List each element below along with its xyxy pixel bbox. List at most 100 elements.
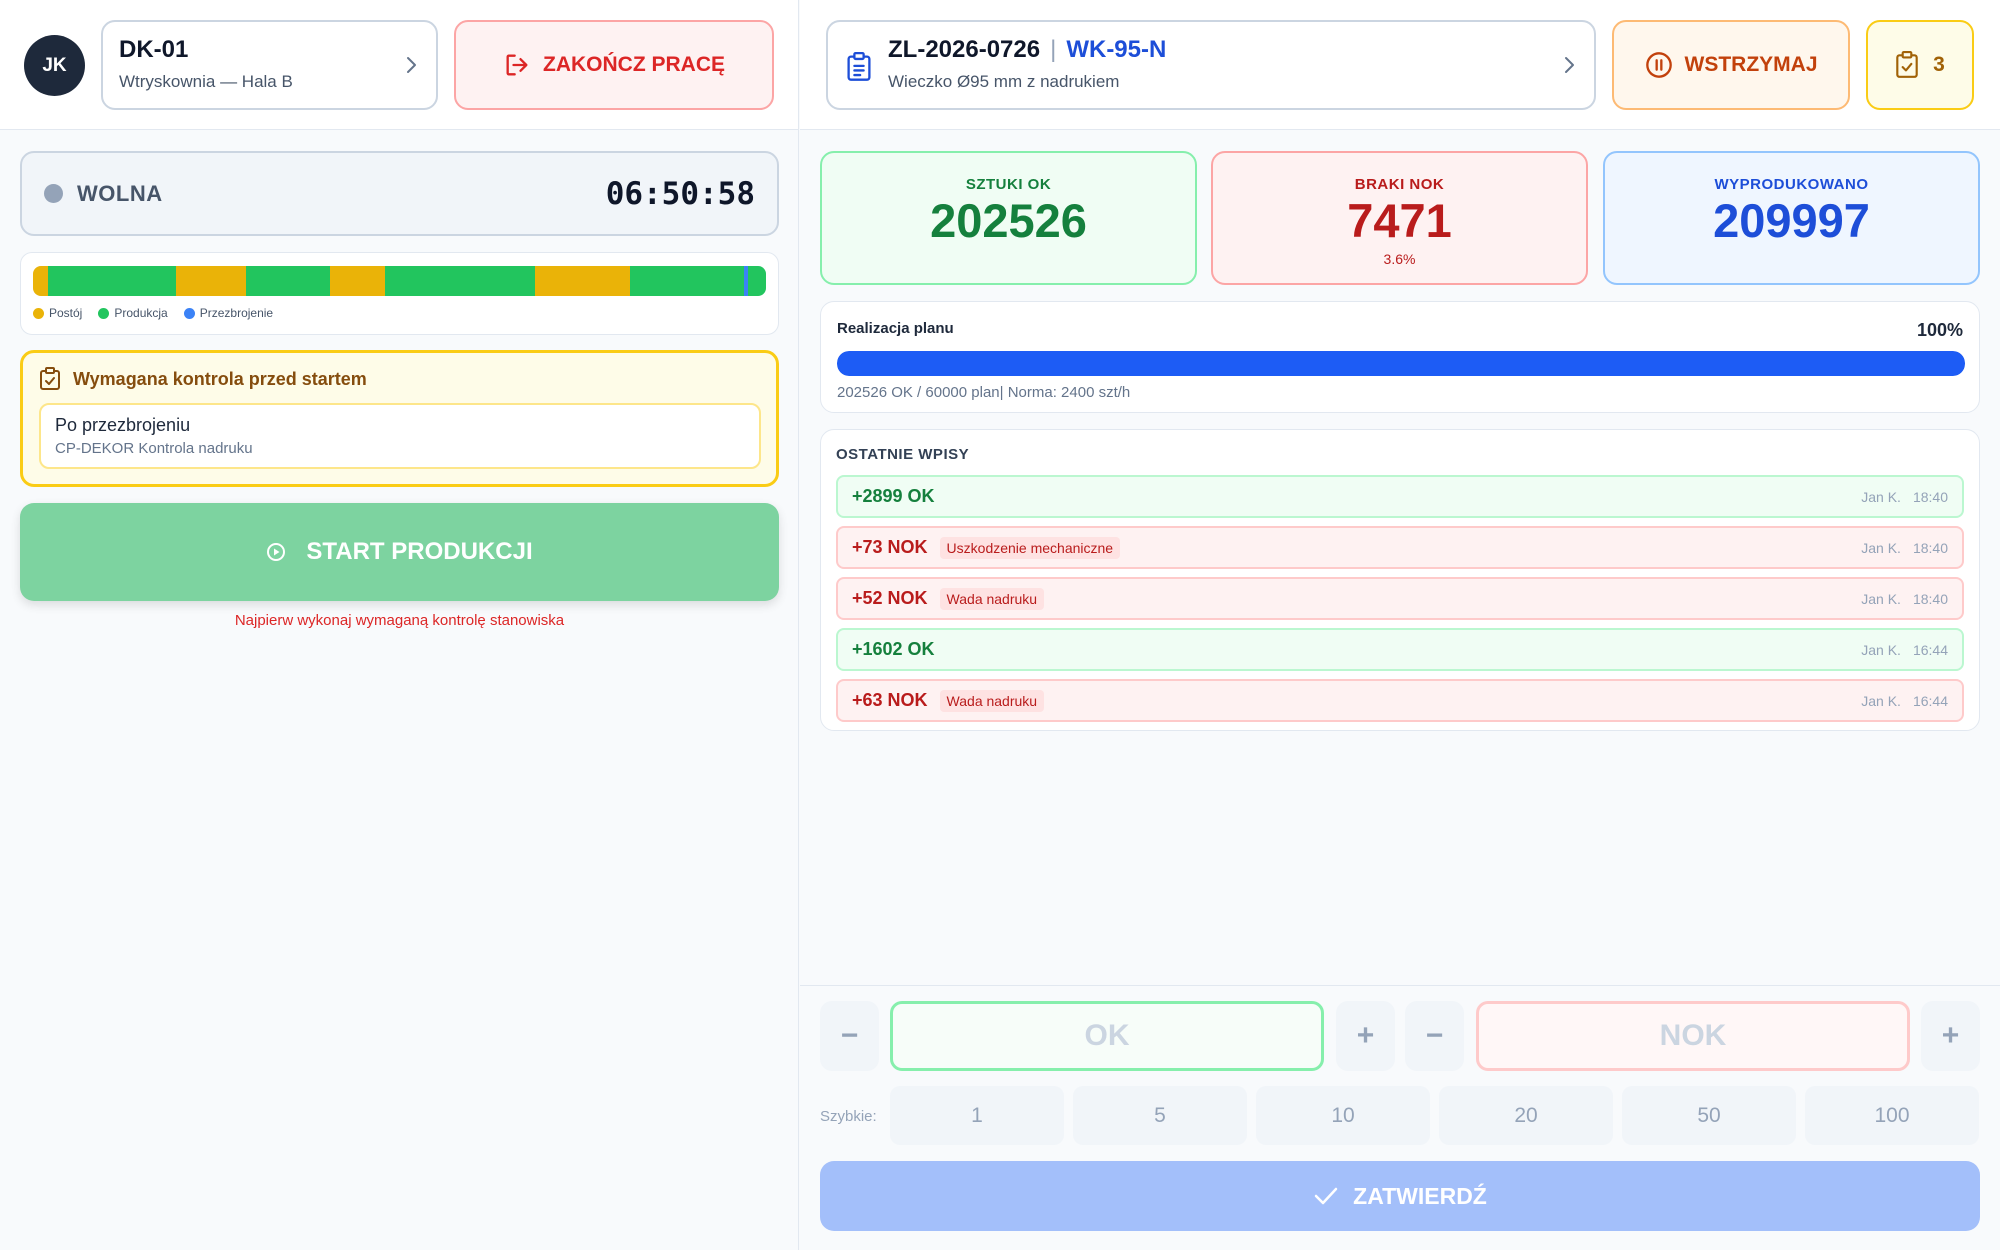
tasks-count: 3 [1933, 53, 1945, 76]
timeline-segment [747, 266, 766, 296]
play-circle-icon [267, 543, 286, 561]
timeline-segment [175, 266, 246, 296]
entry-time: 18:40 [1912, 488, 1948, 505]
entry-time: 18:40 [1912, 590, 1948, 607]
quick-add-button[interactable]: 1 [890, 1086, 1064, 1145]
nok-percent: 3.6% [1383, 250, 1416, 267]
legend-dot [98, 307, 110, 319]
ok-plus-button[interactable]: + [1336, 1001, 1395, 1071]
total-count-label: WYPRODUKOWANO [1714, 176, 1869, 193]
total-count-value: 209997 [1713, 194, 1870, 247]
entry-user: Jan K. [1861, 692, 1901, 709]
entry-time: 16:44 [1912, 692, 1948, 709]
entry-row[interactable]: +73 NOK Uszkodzenie mechaniczne Jan K. 18… [836, 526, 1964, 569]
plan-progress-track [837, 351, 1965, 376]
legend-item: Produkcja [98, 306, 168, 320]
quantity-input-panel: − OK + − NOK + Szybkie: 1 5 10 20 50 100… [800, 985, 2000, 1250]
quick-add-button[interactable]: 20 [1439, 1086, 1613, 1145]
timeline-bar [33, 266, 766, 296]
pause-circle-icon [1645, 52, 1672, 78]
entry-qty: +52 NOK [852, 588, 928, 608]
nok-count-label: BRAKI NOK [1354, 176, 1445, 193]
entry-row[interactable]: +63 NOK Wada nadruku Jan K. 16:44 [836, 679, 1964, 722]
timeline-segment [245, 266, 330, 296]
entry-user: Jan K. [1861, 488, 1901, 505]
nok-plus-button[interactable]: + [1921, 1001, 1980, 1071]
start-production-label: START PRODUKCJI [306, 538, 533, 565]
timeline-segment [630, 266, 744, 296]
nok-quantity-input[interactable]: NOK [1476, 1001, 1910, 1071]
ok-count-card: SZTUKI OK 202526 [820, 151, 1197, 285]
logout-icon [506, 54, 528, 76]
product-description: Wieczko Ø95 mm z nadrukiem [888, 72, 1120, 91]
station-location: Wtryskownia — Hala B [119, 72, 293, 91]
nok-minus-button[interactable]: − [1405, 1001, 1464, 1071]
quick-add-button[interactable]: 10 [1256, 1086, 1430, 1145]
legend-label: Produkcja [114, 306, 168, 320]
station-selector[interactable]: DK-01 Wtryskownia — Hala B [101, 20, 438, 110]
left-header: JK DK-01 Wtryskownia — Hala B ZAKOŃCZ PR… [0, 0, 798, 130]
state-timeline: Postój Produkcja Przezbrojenie [20, 252, 779, 335]
right-pane: ZL-2026-0726 | WK-95-N Wieczko Ø95 mm z … [800, 0, 2000, 1250]
total-count-card: WYPRODUKOWANO 209997 [1603, 151, 1980, 285]
pause-label: WSTRZYMAJ [1684, 53, 1818, 76]
entry-reason-badge: Wada nadruku [939, 587, 1045, 610]
order-selector[interactable]: ZL-2026-0726 | WK-95-N Wieczko Ø95 mm z … [826, 20, 1596, 110]
timeline-segment [329, 266, 385, 296]
ok-minus-button[interactable]: − [820, 1001, 879, 1071]
ok-quantity-input[interactable]: OK [890, 1001, 1324, 1071]
legend-item: Przezbrojenie [183, 306, 273, 320]
quick-add-button[interactable]: 100 [1805, 1086, 1979, 1145]
plan-progress-fill [837, 351, 1965, 376]
check-item-name: Po przezbrojeniu [55, 415, 191, 435]
pre-start-check-title: Wymagana kontrola przed startem [39, 367, 760, 391]
status-label: WOLNA [77, 180, 163, 206]
check-item-code: CP-DEKOR Kontrola nadruku [55, 440, 253, 457]
legend-dot [183, 307, 195, 319]
recent-entries: OSTATNIE WPISY +2899 OK Jan K. 18:40 +73 … [820, 429, 1980, 731]
timeline-segment [384, 266, 536, 296]
clipboard-check-icon [40, 367, 60, 390]
plan-progress: Realizacja planu 100% 202526 OK / 60000 … [820, 301, 1980, 413]
confirm-label: ZATWIERDŹ [1353, 1182, 1487, 1209]
confirm-button[interactable]: ZATWIERDŹ [820, 1161, 1980, 1231]
quick-add-button[interactable]: 5 [1073, 1086, 1247, 1145]
timeline-segment [47, 266, 176, 296]
timeline-legend: Postój Produkcja Przezbrojenie [33, 306, 766, 320]
end-work-label: ZAKOŃCZ PRACĘ [543, 53, 725, 76]
ok-count-value: 202526 [930, 194, 1087, 247]
entry-qty: +1602 OK [852, 639, 935, 659]
avatar-initials: JK [42, 54, 67, 76]
plan-percent: 100% [1916, 320, 1963, 340]
pre-start-check: Wymagana kontrola przed startem Po przez… [20, 350, 779, 487]
entry-row[interactable]: +2899 OK Jan K. 18:40 [836, 475, 1964, 518]
recent-entries-title: OSTATNIE WPISY [836, 446, 970, 463]
machine-status: WOLNA 06:50:58 [20, 151, 779, 236]
legend-item: Postój [33, 306, 82, 320]
entry-qty: +2899 OK [852, 486, 935, 506]
tasks-button[interactable]: 3 [1866, 20, 1974, 110]
avatar[interactable]: JK [24, 35, 85, 96]
quick-add-button[interactable]: 50 [1622, 1086, 1796, 1145]
status-dot [44, 184, 63, 203]
legend-label: Postój [49, 306, 83, 320]
entry-row[interactable]: +1602 OK Jan K. 16:44 [836, 628, 1964, 671]
entry-row[interactable]: +52 NOK Wada nadruku Jan K. 18:40 [836, 577, 1964, 620]
entry-qty: +73 NOK [852, 537, 928, 557]
clipboard-check-icon [1896, 51, 1918, 78]
check-item[interactable]: Po przezbrojeniu CP-DEKOR Kontrola nadru… [39, 403, 761, 469]
ok-count-label: SZTUKI OK [965, 176, 1052, 193]
plan-label: Realizacja planu [837, 320, 954, 337]
end-work-button[interactable]: ZAKOŃCZ PRACĘ [454, 20, 774, 110]
nok-count-card: BRAKI NOK 7471 3.6% [1211, 151, 1588, 285]
entry-time: 18:40 [1912, 539, 1948, 556]
quick-add-label: Szybkie: [820, 1108, 877, 1125]
pause-button[interactable]: WSTRZYMAJ [1612, 20, 1850, 110]
plan-note: 202526 OK / 60000 plan| Norma: 2400 szt/… [837, 384, 1131, 401]
entry-qty: +63 NOK [852, 690, 928, 710]
legend-dot [33, 307, 44, 319]
entry-user: Jan K. [1861, 641, 1901, 658]
nok-count-value: 7471 [1347, 194, 1452, 247]
start-production-button[interactable]: START PRODUKCJI [20, 503, 779, 601]
entry-user: Jan K. [1861, 590, 1901, 607]
